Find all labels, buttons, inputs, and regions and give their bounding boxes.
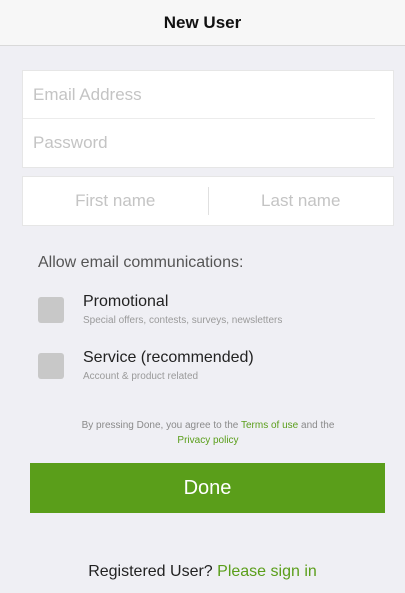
terms-notice: By pressing Done, you agree to the Terms…	[36, 418, 380, 448]
nav-bar: New User	[0, 0, 405, 46]
privacy-policy-link[interactable]: Privacy policy	[177, 435, 238, 446]
email-field[interactable]	[33, 84, 375, 105]
service-option[interactable]: Service (recommended) Account & product …	[38, 349, 388, 389]
password-field[interactable]	[33, 133, 393, 153]
name-card	[22, 176, 394, 226]
promotional-label: Promotional	[83, 293, 169, 310]
communications-heading: Allow email communications:	[38, 254, 244, 271]
terms-prefix: By pressing Done, you agree to the	[81, 420, 239, 431]
sign-in-link[interactable]: Please sign in	[217, 563, 317, 580]
promotional-option[interactable]: Promotional Special offers, contests, su…	[38, 293, 388, 333]
first-name-row	[23, 177, 208, 225]
first-name-field[interactable]	[23, 191, 208, 211]
promotional-checkbox[interactable]	[38, 297, 64, 323]
credentials-card	[22, 70, 394, 168]
last-name-field[interactable]	[208, 191, 393, 211]
promotional-text: Promotional Special offers, contests, su…	[83, 293, 282, 326]
service-text: Service (recommended) Account & product …	[83, 349, 254, 382]
promotional-description: Special offers, contests, surveys, newsl…	[83, 315, 283, 326]
registered-user-text: Registered User?	[88, 563, 213, 580]
done-button[interactable]: Done	[30, 463, 385, 513]
terms-of-use-link[interactable]: Terms of use	[241, 420, 298, 431]
terms-middle: and the	[301, 420, 335, 431]
signin-footer: Registered User? Please sign in	[0, 563, 405, 581]
last-name-row	[208, 177, 393, 225]
page-title: New User	[163, 12, 242, 32]
service-checkbox[interactable]	[38, 353, 64, 379]
password-field-row	[23, 119, 393, 167]
service-description: Account & product related	[83, 371, 199, 382]
service-label: Service (recommended)	[83, 349, 254, 366]
email-field-row	[23, 71, 375, 119]
